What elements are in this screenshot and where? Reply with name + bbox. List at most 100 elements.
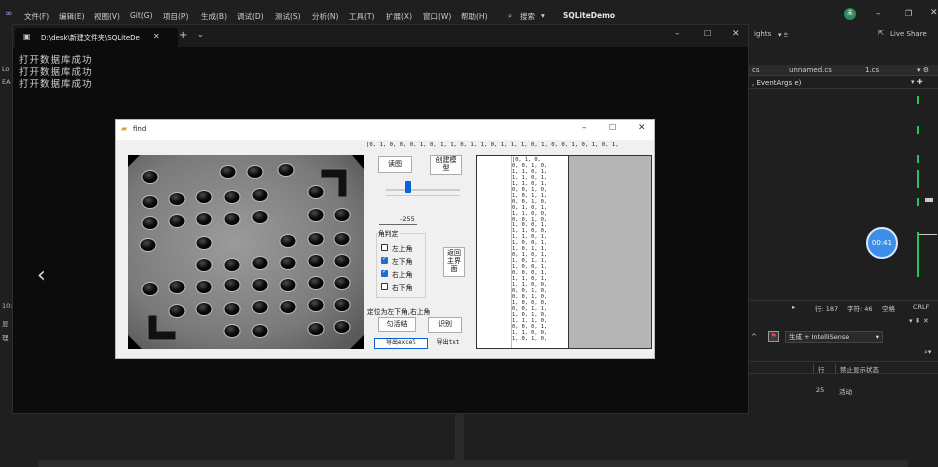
- terminal-maximize-icon[interactable]: ☐: [704, 29, 711, 38]
- terminal-tab-icon: ▣: [23, 32, 31, 41]
- plate-hole: [195, 302, 213, 316]
- tab-1cs[interactable]: 1.cs: [865, 66, 879, 74]
- error-row-line: 25: [816, 386, 825, 394]
- plate-hole: [141, 216, 159, 230]
- plate-hole: [223, 212, 241, 226]
- slider-track-line: [386, 195, 460, 196]
- avatar[interactable]: 未: [844, 8, 856, 20]
- editor-tab-strip: cs unnamed.cs 1.cs ▾ ⚙: [749, 65, 938, 76]
- plate-hole: [307, 254, 325, 268]
- status-eol[interactable]: CRLF: [913, 303, 929, 311]
- member-dropdown[interactable]: , EventArgs e) ▾ ✚: [749, 77, 938, 89]
- restore-icon[interactable]: ❐: [905, 9, 912, 18]
- plate-hole: [168, 192, 186, 206]
- tab-close-icon[interactable]: ✕: [153, 32, 160, 41]
- terminal-tab[interactable]: ▣ D:\desk\新建文件夹\SQLiteDe ✕: [15, 28, 178, 47]
- menu-debug[interactable]: 调试(D): [237, 11, 264, 22]
- export-excel-button[interactable]: 导出excel: [374, 338, 428, 349]
- find-window: ▰ find – ☐ ✕ [0, 1, 0, 0, 0, 1, 0, 1, 1,…: [115, 119, 655, 359]
- col-suppression[interactable]: 禁止显示状态: [835, 364, 879, 374]
- filter-icon[interactable]: ⚑: [768, 331, 779, 342]
- plate-hole: [195, 212, 213, 226]
- plate-hole: [251, 256, 269, 270]
- col-line[interactable]: 行: [813, 364, 825, 374]
- terminal-titlebar: ▣ D:\desk\新建文件夹\SQLiteDe ✕ + ⌄ – ☐ ✕: [13, 25, 748, 47]
- back-main-button[interactable]: 返回主界面: [443, 247, 465, 277]
- vs-editor-right: ights ▾ ⩧ ⇱ Live Share cs unnamed.cs 1.c…: [749, 29, 938, 467]
- plate-hole: [277, 163, 295, 177]
- left-edge-text: 理: [2, 334, 9, 342]
- terminal-close-icon[interactable]: ✕: [732, 29, 740, 39]
- vs-search-chevron-icon[interactable]: ▾: [541, 11, 545, 20]
- vs-search-icon[interactable]: ⌕: [508, 11, 512, 21]
- slider-track[interactable]: [386, 189, 460, 191]
- menu-extensions[interactable]: 扩展(X): [386, 11, 412, 22]
- left-edge-text: 10:: [2, 302, 13, 310]
- timer-badge[interactable]: 00:41: [866, 227, 898, 259]
- tab-dropdown-icon[interactable]: ⌄: [197, 30, 204, 39]
- find-title: find: [133, 125, 147, 133]
- find-minimize-icon[interactable]: –: [582, 123, 587, 133]
- data-list[interactable]: [0, 1, 0, 0, 0, 1, 0, 1, 1, 0, 1, 1, 1, 0, …: [476, 155, 569, 349]
- live-share-button[interactable]: Live Share: [890, 30, 927, 38]
- minimize-icon[interactable]: –: [876, 9, 881, 19]
- menu-analyze[interactable]: 分析(N): [312, 11, 338, 22]
- build-filter-dropdown[interactable]: 生成 + IntelliSense ▾: [785, 331, 883, 343]
- export-txt-button[interactable]: 导出txt: [433, 338, 463, 349]
- tab-overflow-icon[interactable]: ▾ ⚙: [917, 66, 929, 74]
- menu-window[interactable]: 窗口(W): [423, 11, 451, 22]
- build-filter-chevron-icon: ▾: [875, 333, 879, 341]
- menu-project[interactable]: 项目(P): [163, 11, 188, 22]
- scroll-marker: [917, 170, 919, 188]
- scroll-marker: [917, 232, 919, 277]
- recognize-button[interactable]: 识别: [428, 317, 462, 333]
- result-panel: [569, 155, 652, 349]
- menu-file[interactable]: 文件(F): [24, 11, 49, 22]
- menu-build[interactable]: 生成(B): [201, 11, 227, 22]
- left-edge-text: Lo: [2, 65, 10, 73]
- menu-git[interactable]: Git(G): [130, 11, 153, 20]
- create-template-button[interactable]: 创建模型: [430, 155, 462, 175]
- error-toolbar: ^ ⚑ 生成 + IntelliSense ▾: [749, 330, 938, 345]
- menu-tools[interactable]: 工具(T): [349, 11, 374, 22]
- menu-view[interactable]: 视图(V): [94, 11, 120, 22]
- insights-label[interactable]: ights: [754, 30, 771, 38]
- match-button[interactable]: 匀活结: [378, 317, 416, 332]
- checkbox-bottom-left[interactable]: ✓: [381, 255, 388, 264]
- insights-dropdown-icon[interactable]: ▾ ⩧: [778, 31, 788, 40]
- build-filter-value: 生成 + IntelliSense: [789, 333, 850, 341]
- new-tab-icon[interactable]: +: [179, 30, 187, 41]
- find-close-icon[interactable]: ✕: [638, 123, 646, 133]
- left-edge-text: 显: [2, 320, 9, 328]
- menu-test[interactable]: 测试(S): [275, 11, 301, 22]
- menu-edit[interactable]: 编辑(E): [59, 11, 85, 22]
- prev-arrow-icon[interactable]: ‹: [37, 263, 46, 288]
- status-space[interactable]: 空格: [882, 303, 895, 313]
- plate-hole: [307, 322, 325, 336]
- read-image-button[interactable]: 读图: [378, 156, 412, 173]
- find-maximize-icon[interactable]: ☐: [609, 123, 616, 132]
- plate-hole: [279, 300, 297, 314]
- tab-cs[interactable]: cs: [752, 66, 760, 74]
- scroll-marker: [917, 126, 919, 134]
- checkbox-top-right[interactable]: ✓: [381, 268, 388, 277]
- error-row-state: 活动: [839, 388, 852, 396]
- live-share-icon[interactable]: ⇱: [878, 29, 884, 37]
- nav-arrow-icon[interactable]: ▸: [792, 303, 795, 311]
- vs-close-icon[interactable]: ✕: [930, 8, 938, 18]
- menu-help[interactable]: 帮助(H): [461, 11, 488, 22]
- plate-hole: [246, 165, 264, 179]
- filter-arrow-icon[interactable]: ^: [751, 333, 757, 341]
- threshold-slider-thumb[interactable]: [405, 181, 412, 193]
- checkbox-top-left[interactable]: [381, 244, 388, 251]
- tab-unnamed[interactable]: unnamed.cs: [789, 66, 832, 74]
- member-dropdown-chevron-icon: ▾ ✚: [911, 78, 923, 86]
- panel-pin-icon[interactable]: ▾ ⇞ ✕: [909, 317, 929, 325]
- plate-hole: [251, 300, 269, 314]
- threshold-underline: [379, 224, 417, 225]
- plate-hole: [333, 276, 351, 290]
- terminal-minimize-icon[interactable]: –: [675, 29, 680, 39]
- search-icon[interactable]: ⌕▾: [924, 348, 931, 357]
- vs-search-label[interactable]: 搜索: [520, 11, 535, 22]
- checkbox-bottom-right[interactable]: [381, 283, 388, 290]
